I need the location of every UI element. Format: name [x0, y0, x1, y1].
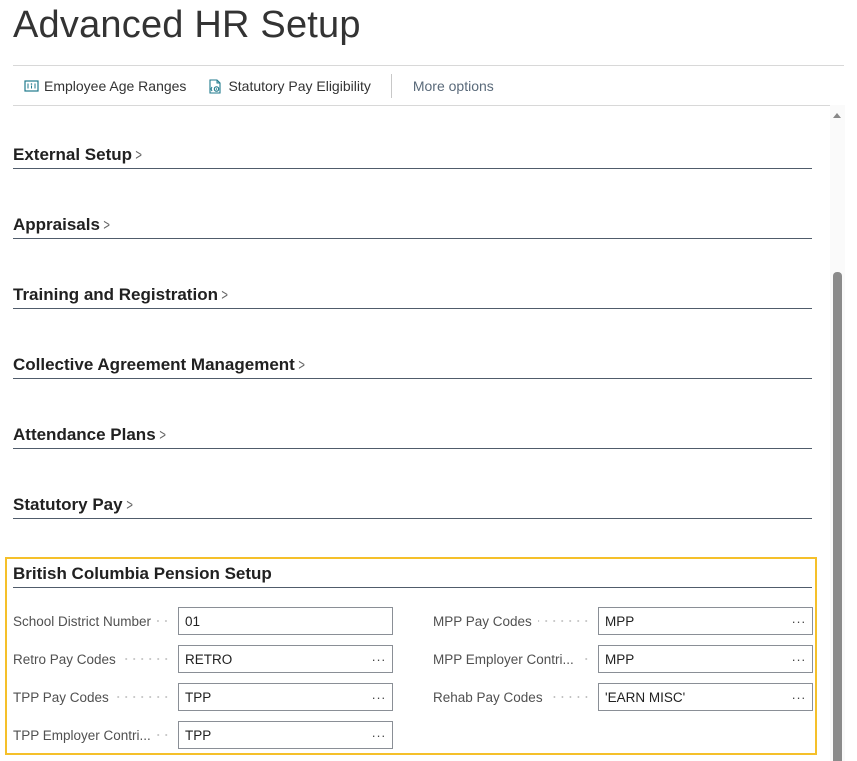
document-settings-icon [208, 78, 223, 94]
statutory-pay-eligibility-button[interactable]: Statutory Pay Eligibility [197, 66, 381, 105]
field-label: MPP Employer Contri... [433, 652, 598, 667]
tpp-employer-contribution-input[interactable]: TPP ··· [178, 721, 393, 749]
statutory-pay-eligibility-label: Statutory Pay Eligibility [228, 77, 371, 94]
mpp-employer-contribution-field: MPP Employer Contri... MPP ··· [433, 644, 813, 674]
fasttab-title: Appraisals [13, 215, 100, 234]
field-label: TPP Pay Codes [13, 690, 178, 705]
lookup-ellipsis-icon[interactable]: ··· [372, 728, 387, 743]
fasttab-title: External Setup [13, 145, 133, 164]
lookup-ellipsis-icon[interactable]: ··· [792, 652, 807, 667]
rehab-pay-codes-input[interactable]: 'EARN MISC' ··· [598, 683, 813, 711]
fasttab-title: Collective Agreement Management [13, 355, 295, 374]
pension-setup-section: British Columbia Pension Setup School Di… [5, 557, 817, 755]
mpp-pay-codes-input[interactable]: MPP ··· [598, 607, 813, 635]
employee-age-ranges-button[interactable]: Employee Age Ranges [13, 66, 197, 105]
lookup-ellipsis-icon[interactable]: ··· [372, 652, 387, 667]
fasttab-statutory-pay[interactable]: Statutory Pay > [13, 488, 812, 519]
chevron-right-icon: > [125, 497, 133, 514]
scroll-up-arrow-icon[interactable] [833, 113, 841, 118]
employee-age-ranges-label: Employee Age Ranges [44, 77, 187, 94]
tpp-employer-contribution-field: TPP Employer Contri... TPP ··· [13, 720, 393, 750]
lookup-ellipsis-icon[interactable]: ··· [372, 690, 387, 705]
mpp-employer-contribution-input[interactable]: MPP ··· [598, 645, 813, 673]
pension-setup-header[interactable]: British Columbia Pension Setup [13, 559, 812, 588]
field-label: School District Number [13, 614, 178, 629]
action-bar: Employee Age Ranges Statutory Pay Eligib… [13, 65, 844, 106]
field-label: MPP Pay Codes [433, 614, 598, 629]
fasttab-title: Training and Registration [13, 285, 218, 304]
toolbar-divider [390, 73, 392, 98]
scrollbar-thumb[interactable] [833, 272, 842, 761]
pension-setup-title: British Columbia Pension Setup [13, 564, 272, 583]
fasttab-title: Statutory Pay [13, 495, 123, 514]
field-label: TPP Employer Contri... [13, 728, 178, 743]
chevron-right-icon: > [103, 217, 110, 234]
field-label: Rehab Pay Codes [433, 690, 598, 705]
fasttab-appraisals[interactable]: Appraisals > [13, 208, 812, 239]
fasttab-external-setup[interactable]: External Setup > [13, 138, 812, 169]
chevron-right-icon: > [135, 147, 142, 164]
age-ranges-icon [24, 79, 39, 93]
fasttab-attendance-plans[interactable]: Attendance Plans > [13, 418, 812, 449]
lookup-ellipsis-icon[interactable]: ··· [792, 614, 807, 629]
vertical-scrollbar[interactable] [830, 105, 845, 761]
rehab-pay-codes-field: Rehab Pay Codes 'EARN MISC' ··· [433, 682, 813, 712]
chevron-right-icon: > [221, 287, 228, 304]
school-district-number-field: School District Number 01 [13, 606, 393, 636]
page-title: Advanced HR Setup [13, 4, 361, 46]
chevron-right-icon: > [159, 427, 166, 444]
fasttab-title: Attendance Plans [13, 425, 156, 444]
field-label: Retro Pay Codes [13, 652, 178, 667]
retro-pay-codes-field: Retro Pay Codes RETRO ··· [13, 644, 393, 674]
fasttab-training-and-registration[interactable]: Training and Registration > [13, 278, 812, 309]
more-options-button[interactable]: More options [402, 66, 505, 105]
school-district-number-input[interactable]: 01 [178, 607, 393, 635]
tpp-pay-codes-field: TPP Pay Codes TPP ··· [13, 682, 393, 712]
chevron-right-icon: > [298, 357, 305, 374]
fasttab-collective-agreement-management[interactable]: Collective Agreement Management > [13, 348, 812, 379]
retro-pay-codes-input[interactable]: RETRO ··· [178, 645, 393, 673]
tpp-pay-codes-input[interactable]: TPP ··· [178, 683, 393, 711]
lookup-ellipsis-icon[interactable]: ··· [792, 690, 807, 705]
mpp-pay-codes-field: MPP Pay Codes MPP ··· [433, 606, 813, 636]
